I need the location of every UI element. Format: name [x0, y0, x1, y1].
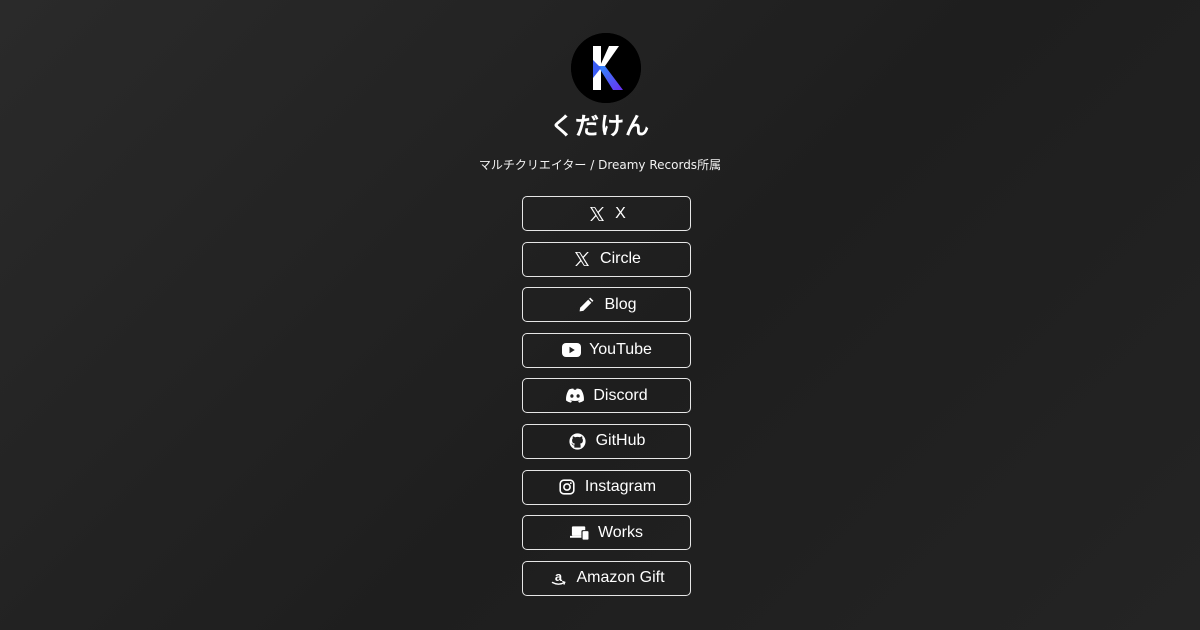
link-works[interactable]: Works	[522, 515, 691, 551]
discord-icon	[565, 386, 585, 406]
x-logo-icon	[587, 204, 607, 224]
youtube-icon	[561, 340, 581, 360]
link-label: X	[615, 204, 626, 222]
svg-text:a: a	[555, 570, 563, 584]
link-label: Amazon Gift	[576, 569, 665, 587]
link-label: Circle	[600, 250, 641, 268]
profile-name: くだけん	[550, 112, 650, 140]
devices-icon	[569, 523, 590, 543]
link-label: Discord	[593, 386, 648, 404]
link-label: Works	[597, 523, 644, 541]
profile-page: くだけん マルチクリエイター / Dreamy Records所属 X Circ…	[0, 0, 1200, 630]
link-list: X Circle Blog YouTube Discord GitHub Ins…	[522, 196, 691, 606]
link-label: Instagram	[584, 478, 657, 496]
link-label: Blog	[604, 295, 637, 313]
github-icon	[568, 431, 588, 451]
profile-bio: マルチクリエイター / Dreamy Records所属	[478, 158, 722, 172]
link-circle[interactable]: Circle	[522, 241, 691, 277]
x-logo-icon	[572, 249, 592, 269]
link-github[interactable]: GitHub	[522, 423, 691, 459]
link-x[interactable]: X	[522, 196, 691, 231]
avatar	[571, 33, 641, 103]
link-label: GitHub	[595, 432, 646, 450]
amazon-icon: a	[548, 568, 568, 588]
link-amazon-gift[interactable]: a Amazon Gift	[522, 560, 691, 596]
link-blog[interactable]: Blog	[522, 287, 691, 323]
pencil-icon	[576, 295, 596, 315]
instagram-icon	[557, 477, 577, 497]
link-label: YouTube	[589, 341, 652, 359]
k-logo-icon	[571, 33, 641, 103]
link-discord[interactable]: Discord	[522, 378, 691, 414]
link-youtube[interactable]: YouTube	[522, 332, 691, 368]
link-instagram[interactable]: Instagram	[522, 469, 691, 505]
